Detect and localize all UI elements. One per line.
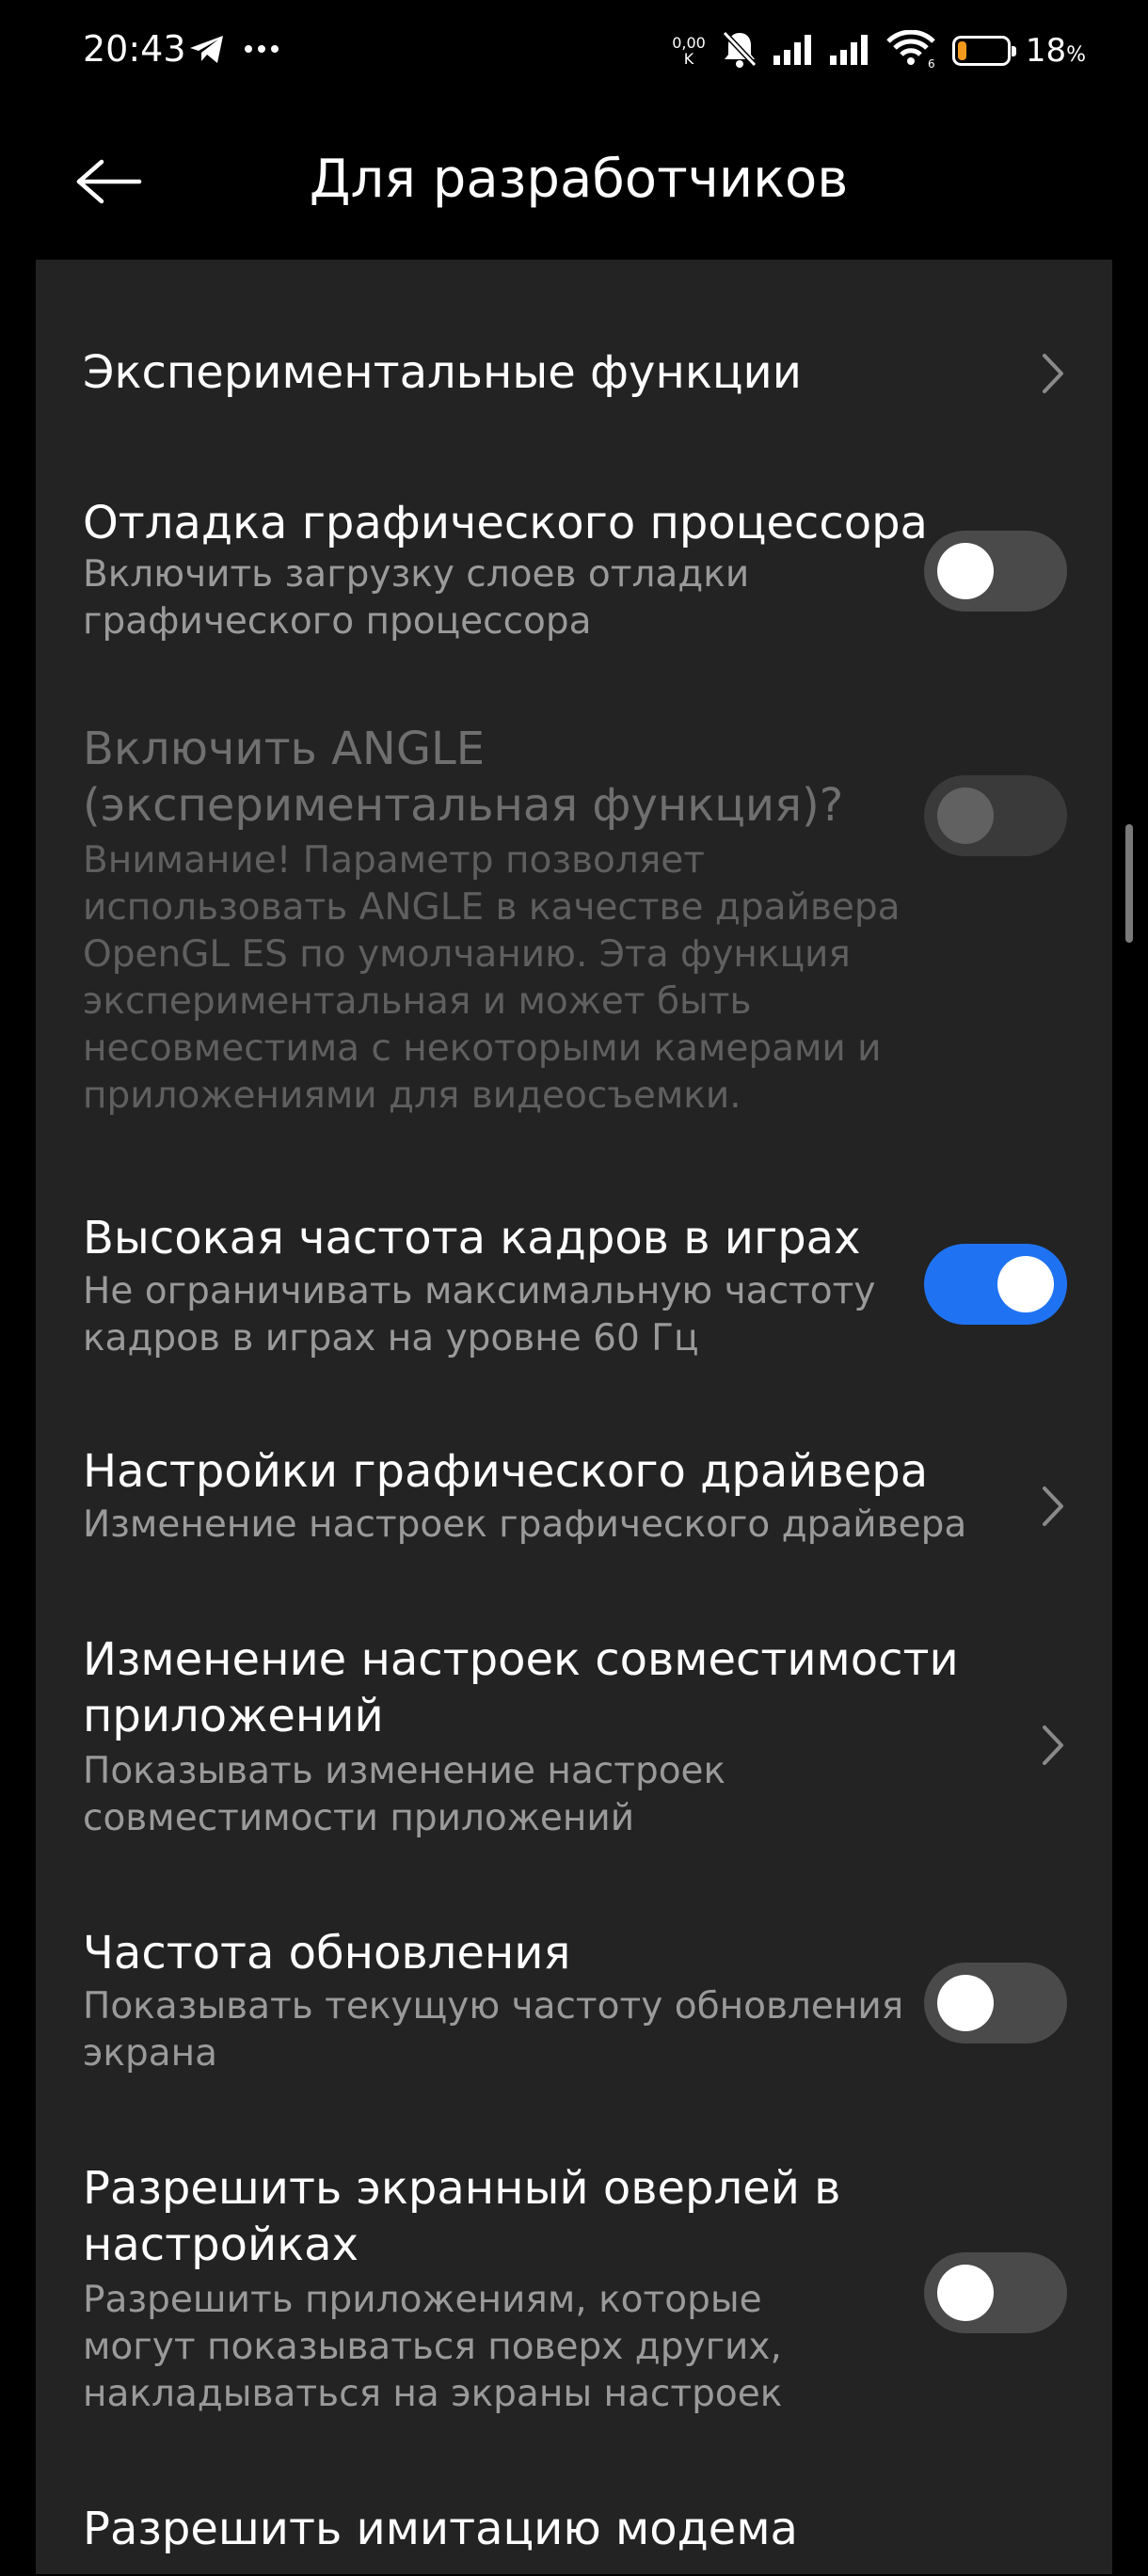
wifi-6-icon: 6 [886, 29, 937, 72]
toggle-knob [937, 787, 994, 844]
setting-high-fps-games[interactable]: Высокая частота кадров в играх Не ограни… [36, 1210, 1112, 1379]
chevron-right-icon [1039, 350, 1067, 397]
setting-subtitle: OpenGL ES по умолчанию. Эта функция [83, 933, 851, 976]
signal-1-icon [773, 33, 815, 69]
setting-subtitle: Показывать текущую частоту обновления [83, 1985, 904, 2027]
setting-enable-angle: Включить ANGLE (экспериментальная функци… [36, 721, 1112, 1135]
page-title: Для разработчиков [309, 149, 849, 210]
setting-title: Отладка графического процессора [83, 497, 928, 549]
signal-2-icon [829, 33, 871, 69]
setting-title: Частота обновления [83, 1927, 571, 1980]
status-time: 20:43 [83, 28, 186, 70]
setting-subtitle: Включить загрузку слоев отладки [83, 553, 750, 596]
screen-overlay-toggle[interactable] [924, 2252, 1067, 2333]
more-dots-icon [243, 23, 280, 69]
refresh-rate-toggle[interactable] [924, 1963, 1067, 2043]
scrollbar[interactable] [1125, 824, 1133, 943]
setting-title: Разрешить экранный оверлей в [83, 2162, 841, 2215]
setting-subtitle: Разрешить приложениям, которые [83, 2279, 762, 2321]
battery-level [957, 41, 966, 60]
setting-allow-modem-emulation[interactable]: Разрешить имитацию модема [36, 2501, 1112, 2576]
network-speed: 0,00 K [672, 35, 706, 67]
setting-title: настройках [83, 2218, 359, 2271]
setting-graphics-driver[interactable]: Настройки графического драйвера Изменени… [36, 1443, 1112, 1566]
setting-title: Экспериментальные функции [83, 346, 802, 399]
battery-percent: 18% [1025, 32, 1086, 70]
setting-subtitle: кадров в играх на уровне 60 Гц [83, 1317, 699, 1360]
high-fps-toggle[interactable] [924, 1244, 1067, 1325]
setting-allow-screen-overlay[interactable]: Разрешить экранный оверлей в настройках … [36, 2160, 1112, 2424]
setting-title: (экспериментальная функция)? [83, 779, 844, 832]
battery-icon [951, 36, 1016, 66]
chevron-right-icon [1039, 1483, 1067, 1530]
setting-subtitle: использовать ANGLE в качестве драйвера [83, 886, 901, 929]
setting-title: Высокая частота кадров в играх [83, 1212, 861, 1264]
toggle-knob [997, 1256, 1054, 1312]
setting-subtitle: графического процессора [83, 600, 592, 643]
setting-subtitle: экрана [83, 2032, 218, 2075]
gpu-debug-toggle[interactable] [924, 531, 1067, 612]
svg-text:6: 6 [928, 57, 935, 68]
network-speed-value: 0,00 [672, 34, 706, 52]
setting-title: Изменение настроек совместимости [83, 1633, 959, 1686]
setting-subtitle: Не ограничивать максимальную частоту [83, 1270, 876, 1312]
chevron-right-icon [1039, 1722, 1067, 1769]
setting-app-compat-changes[interactable]: Изменение настроек совместимости приложе… [36, 1631, 1112, 1848]
telegram-icon [188, 34, 226, 70]
setting-title: Настройки графического драйвера [83, 1445, 929, 1498]
toggle-knob [937, 2265, 994, 2321]
setting-subtitle: накладываться на экраны настроек [83, 2373, 783, 2415]
setting-refresh-rate[interactable]: Частота обновления Показывать текущую ча… [36, 1925, 1112, 2094]
toggle-knob [937, 1975, 994, 2031]
setting-experimental-functions[interactable]: Экспериментальные функции [36, 316, 1112, 429]
setting-subtitle: Внимание! Параметр позволяет [83, 839, 706, 882]
setting-gpu-debug[interactable]: Отладка графического процессора Включить… [36, 476, 1112, 645]
setting-title: Разрешить имитацию модема [83, 2503, 798, 2555]
setting-subtitle: Показывать изменение настроек [83, 1750, 726, 1792]
status-bar: 20:43 0,00 K 6 18% [0, 0, 1148, 103]
setting-title: приложений [83, 1690, 384, 1742]
setting-subtitle: приложениями для видеосъемки. [83, 1074, 741, 1117]
mute-bell-icon [721, 29, 758, 72]
setting-subtitle: могут показываться поверх других, [83, 2326, 782, 2368]
angle-toggle [924, 775, 1067, 856]
app-header: Для разработчиков [0, 103, 1148, 254]
setting-subtitle: экспериментальная и может быть [83, 980, 752, 1023]
setting-title: Включить ANGLE [83, 723, 486, 775]
network-speed-unit: K [683, 50, 694, 68]
setting-subtitle: совместимости приложений [83, 1797, 635, 1839]
setting-subtitle: несовместима с некоторыми камерами и [83, 1027, 882, 1070]
setting-subtitle: Изменение настроек графического драйвера [83, 1503, 967, 1546]
toggle-knob [937, 543, 994, 599]
settings-card: Экспериментальные функции Отладка графич… [36, 260, 1112, 2574]
